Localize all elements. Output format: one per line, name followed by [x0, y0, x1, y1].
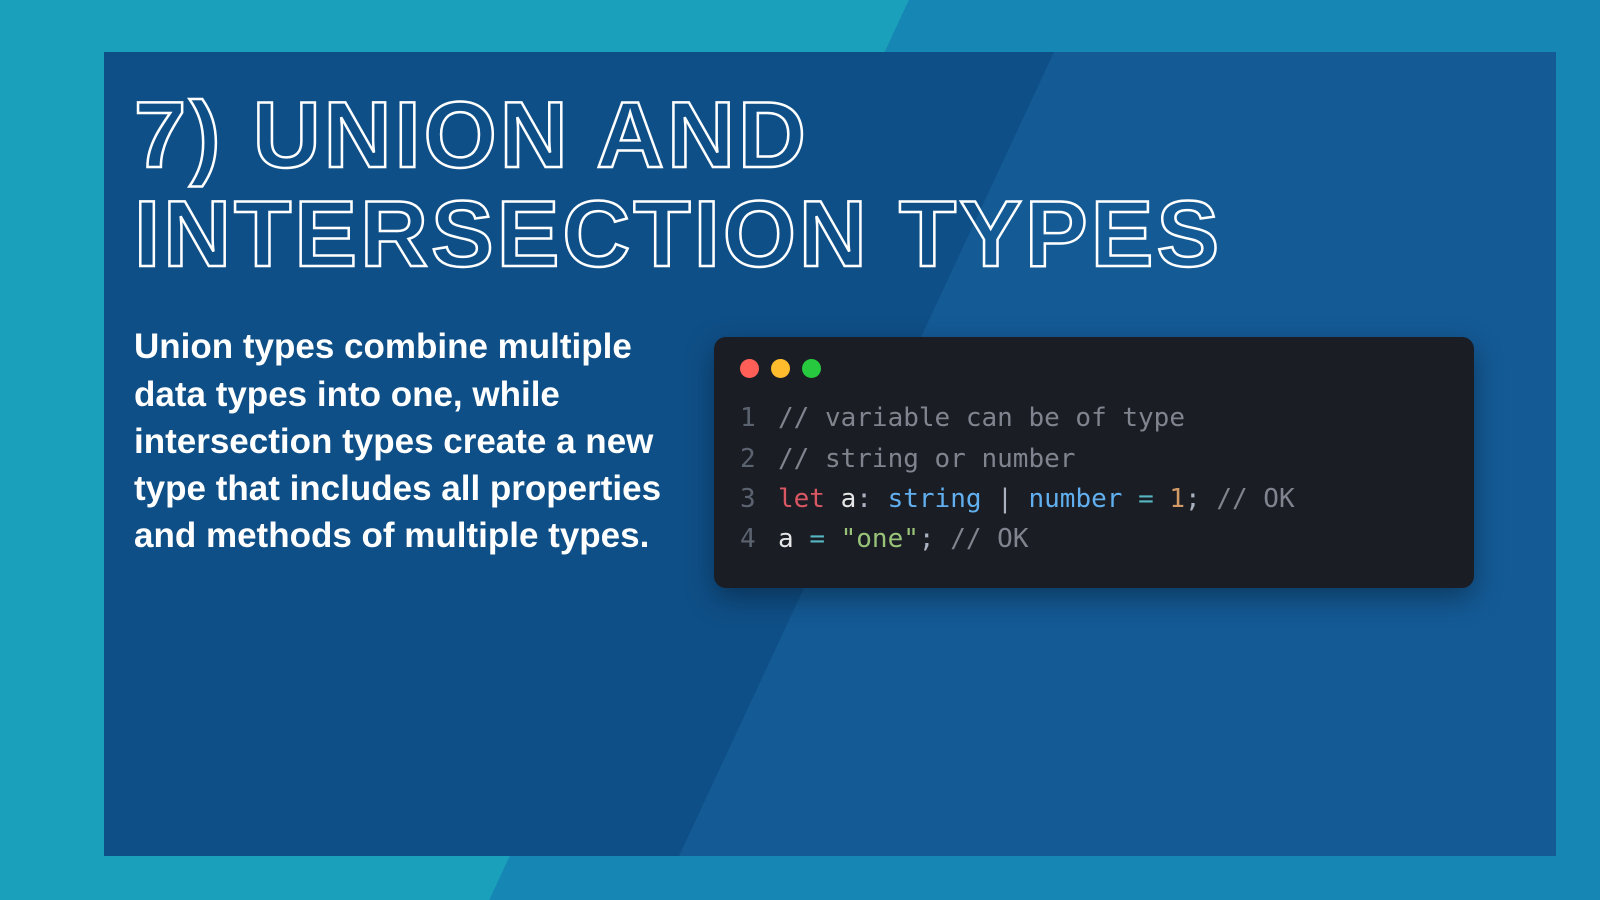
code-token: |	[982, 484, 1029, 514]
code-token: let	[778, 484, 825, 514]
code-line: 3let a: string | number = 1; // OK	[740, 479, 1448, 519]
code-token	[794, 524, 810, 554]
code-token: string	[888, 484, 982, 514]
minimize-icon	[771, 359, 790, 378]
code-line: 1// variable can be of type	[740, 398, 1448, 438]
code-window: 1// variable can be of type2// string or…	[714, 337, 1474, 587]
code-token: // string or number	[778, 444, 1075, 474]
maximize-icon	[802, 359, 821, 378]
code-line: 2// string or number	[740, 439, 1448, 479]
code-token: a	[778, 524, 794, 554]
window-controls	[740, 359, 1448, 378]
code-token: =	[809, 524, 825, 554]
code-token	[935, 524, 951, 554]
code-token: "one"	[841, 524, 919, 554]
slide-title: 7) Union and Intersection Types	[134, 86, 1526, 283]
code-token: number	[1028, 484, 1122, 514]
code-token	[1122, 484, 1138, 514]
code-token: // variable can be of type	[778, 403, 1185, 433]
code-line: 4a = "one"; // OK	[740, 519, 1448, 559]
slide-panel: 7) Union and Intersection Types Union ty…	[104, 52, 1556, 856]
code-block: 1// variable can be of type2// string or…	[740, 398, 1448, 559]
code-token: // OK	[950, 524, 1028, 554]
code-token: // OK	[1216, 484, 1294, 514]
line-number: 3	[740, 479, 778, 519]
code-token	[1201, 484, 1217, 514]
code-token	[1154, 484, 1170, 514]
code-token: :	[856, 484, 887, 514]
code-token: ;	[919, 524, 935, 554]
code-token	[825, 484, 841, 514]
code-token	[825, 524, 841, 554]
line-number: 2	[740, 439, 778, 479]
line-number: 1	[740, 398, 778, 438]
content-row: Union types combine multiple data types …	[134, 323, 1526, 587]
code-token: 1	[1169, 484, 1185, 514]
code-token: ;	[1185, 484, 1201, 514]
line-number: 4	[740, 519, 778, 559]
code-token: a	[841, 484, 857, 514]
code-token: =	[1138, 484, 1154, 514]
slide-description: Union types combine multiple data types …	[134, 323, 664, 559]
close-icon	[740, 359, 759, 378]
